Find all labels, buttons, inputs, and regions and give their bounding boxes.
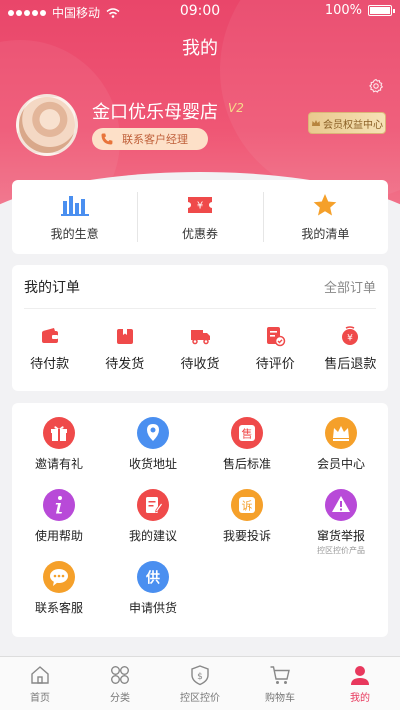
order-pending-receipt[interactable]: 待收货 <box>162 325 237 372</box>
member-center-label: 会员权益中心 <box>323 119 383 131</box>
tab-profile[interactable]: 我的 <box>320 657 400 710</box>
service-label: 会员中心 <box>316 457 365 471</box>
quick-link-label: 我的清单 <box>301 226 350 241</box>
service-sublabel: 控区控价产品 <box>317 546 365 555</box>
quick-link-business[interactable]: 我的生意 <box>12 180 137 254</box>
svg-text:诉: 诉 <box>242 500 253 513</box>
tab-cart[interactable]: 购物车 <box>240 657 320 710</box>
service-label: 售后标准 <box>222 457 271 471</box>
order-pending-review[interactable]: 待评价 <box>238 325 313 372</box>
shop-name: 金口优乐母婴店 <box>92 102 218 123</box>
service-label: 邀请有礼 <box>34 457 83 471</box>
order-label: 待评价 <box>255 357 295 372</box>
suggestion-icon <box>137 489 169 521</box>
warning-icon <box>325 489 357 521</box>
svg-text:售: 售 <box>242 427 253 441</box>
star-icon <box>314 193 337 215</box>
order-label: 待收货 <box>180 357 220 372</box>
refund-icon: ¥ <box>342 326 359 345</box>
member-crown-icon <box>312 120 320 126</box>
quick-link-label: 我的生意 <box>50 226 99 241</box>
battery-icon <box>368 5 395 16</box>
service-label: 我的建议 <box>128 529 177 543</box>
order-refund[interactable]: ¥ 售后退款 <box>313 325 388 372</box>
service-report[interactable]: 窜货举报 控区控价产品 <box>294 489 388 561</box>
page-title: 我的 <box>182 38 218 59</box>
avatar[interactable] <box>16 94 78 156</box>
category-icon <box>111 665 129 684</box>
location-icon <box>137 417 169 449</box>
tab-category[interactable]: 分类 <box>80 657 160 710</box>
svg-text:$: $ <box>197 672 203 682</box>
service-complaint[interactable]: 诉 我要投诉 <box>200 489 294 561</box>
services-card: 邀请有礼 收货地址 售 售后标准 会员中心 使用帮助 我的建议 诉 我要投诉 窜… <box>12 403 388 637</box>
cart-icon <box>270 665 290 684</box>
quick-link-list[interactable]: 我的清单 <box>262 180 388 254</box>
wallet-icon <box>41 328 58 343</box>
service-label: 我要投诉 <box>222 529 271 543</box>
service-apply-supply[interactable]: 供 申请供货 <box>106 561 200 633</box>
box-icon <box>116 329 133 344</box>
supply-icon: 供 <box>137 561 169 593</box>
phone-icon <box>101 133 113 145</box>
profile-icon <box>351 665 369 685</box>
coupon-icon: ¥ <box>187 196 212 213</box>
svg-text:¥: ¥ <box>348 334 354 344</box>
bar-chart-icon <box>60 195 89 216</box>
vip-level-badge: V2 <box>228 101 244 115</box>
info-icon <box>43 489 75 521</box>
tab-price-control[interactable]: $ 控区控价 <box>160 657 240 710</box>
contact-manager-button[interactable]: 联系客户经理 <box>92 128 208 150</box>
order-label: 待付款 <box>30 357 70 372</box>
truck-icon <box>191 330 210 345</box>
service-label: 收货地址 <box>128 457 177 471</box>
battery-percent: 100% <box>324 3 362 18</box>
quick-link-coupon[interactable]: ¥ 优惠券 <box>137 180 262 254</box>
service-label: 申请供货 <box>128 601 177 615</box>
service-address[interactable]: 收货地址 <box>106 417 200 489</box>
order-label: 售后退款 <box>324 357 377 372</box>
price-shield-icon: $ <box>191 664 209 685</box>
tab-label: 购物车 <box>265 692 295 704</box>
review-icon <box>267 327 286 347</box>
gift-icon <box>43 417 75 449</box>
aftersale-icon: 售 <box>231 417 263 449</box>
service-customer-support[interactable]: 联系客服 <box>12 561 106 633</box>
service-label: 使用帮助 <box>34 529 83 543</box>
home-icon <box>31 665 49 684</box>
order-label: 待发货 <box>105 357 145 372</box>
chat-icon <box>43 561 75 593</box>
contact-manager-label: 联系客户经理 <box>122 133 188 146</box>
tab-home[interactable]: 首页 <box>0 657 80 710</box>
all-orders-link[interactable]: 全部订单 <box>324 277 376 296</box>
service-help[interactable]: 使用帮助 <box>12 489 106 561</box>
crown-icon <box>325 417 357 449</box>
svg-text:供: 供 <box>145 570 160 587</box>
service-aftersale[interactable]: 售 售后标准 <box>200 417 294 489</box>
member-center-button[interactable]: 会员权益中心 <box>308 112 386 134</box>
gear-icon[interactable] <box>368 78 384 94</box>
quick-link-label: 优惠券 <box>181 226 218 241</box>
tab-label: 我的 <box>350 692 370 704</box>
bottom-tab-bar: 首页 分类 $ 控区控价 购物车 我的 <box>0 656 400 710</box>
tab-label: 分类 <box>110 692 130 704</box>
service-label: 联系客服 <box>34 601 83 615</box>
service-member[interactable]: 会员中心 <box>294 417 388 489</box>
orders-card: 我的订单 全部订单 待付款 待发货 待收货 待评价 ¥ 售后退款 <box>12 265 388 391</box>
service-invite[interactable]: 邀请有礼 <box>12 417 106 489</box>
svg-text:¥: ¥ <box>197 200 203 211</box>
service-label: 窜货举报 <box>316 529 365 543</box>
orders-title: 我的订单 <box>24 279 80 296</box>
complaint-icon: 诉 <box>231 489 263 521</box>
tab-label: 控区控价 <box>180 692 220 704</box>
status-bar: 中国移动 09:00 100% <box>0 0 400 24</box>
order-pending-shipment[interactable]: 待发货 <box>87 325 162 372</box>
quick-links-card: 我的生意 ¥ 优惠券 我的清单 <box>12 180 388 254</box>
tab-label: 首页 <box>30 692 50 704</box>
service-suggestion[interactable]: 我的建议 <box>106 489 200 561</box>
order-pending-payment[interactable]: 待付款 <box>12 325 87 372</box>
